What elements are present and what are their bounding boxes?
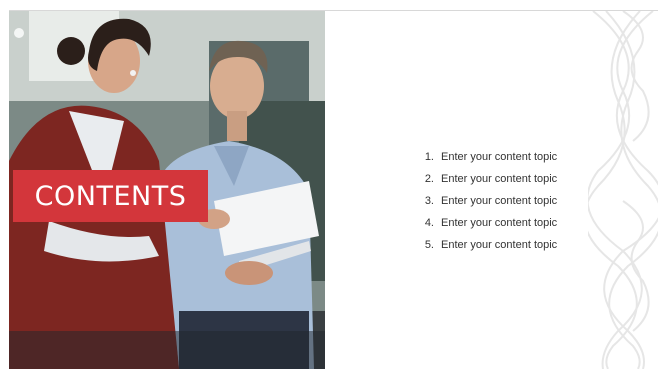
list-item: 5. Enter your content topic	[412, 234, 557, 256]
slide: CONTENTS 1. Enter your content topic 2. …	[0, 0, 667, 372]
list-item: 3. Enter your content topic	[412, 190, 557, 212]
topic-number: 4.	[424, 217, 434, 229]
topic-number: 3.	[424, 195, 434, 207]
topic-number: 2.	[424, 173, 434, 185]
braid-pattern	[583, 10, 665, 370]
topic-label: Enter your content topic	[441, 173, 558, 185]
list-item: 2. Enter your content topic	[412, 168, 557, 190]
topic-number: 5.	[424, 239, 434, 251]
slide-title: CONTENTS	[34, 180, 187, 212]
topic-label: Enter your content topic	[441, 217, 558, 229]
topic-label: Enter your content topic	[441, 195, 558, 207]
topic-number: 1.	[424, 151, 434, 163]
title-banner: CONTENTS	[13, 170, 208, 222]
topic-label: Enter your content topic	[441, 239, 558, 251]
list-item: 4. Enter your content topic	[412, 212, 557, 234]
topic-label: Enter your content topic	[441, 151, 558, 163]
topic-list: 1. Enter your content topic 2. Enter you…	[412, 146, 557, 256]
list-item: 1. Enter your content topic	[412, 146, 557, 168]
